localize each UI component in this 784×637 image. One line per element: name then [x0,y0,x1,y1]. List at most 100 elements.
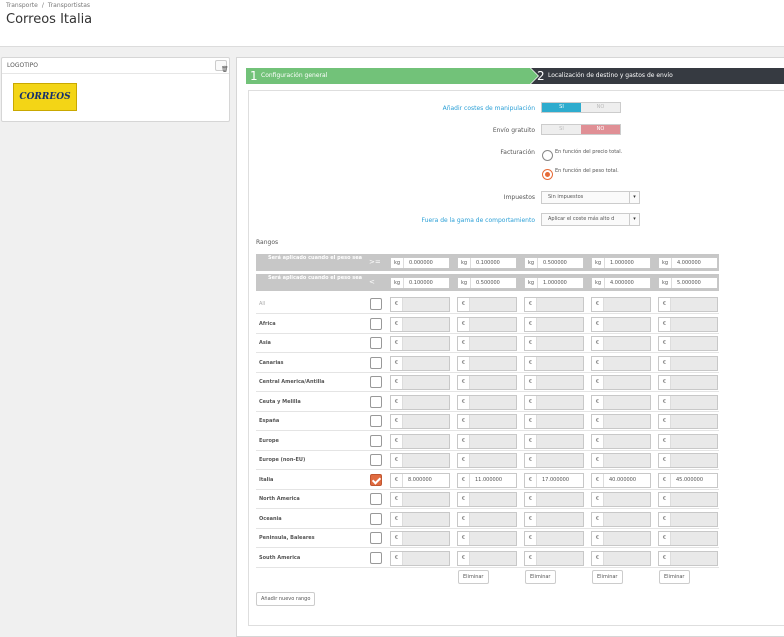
breadcrumb-transporte[interactable]: Transporte [6,2,38,9]
range-to-input[interactable]: kg 1.000000 [524,277,584,289]
zone-checkbox[interactable] [370,512,382,525]
zone-price-input[interactable]: € [591,453,651,468]
zone-price-input[interactable]: € [658,336,718,351]
zone-price-input[interactable]: € [591,336,651,351]
zone-price-input[interactable]: € [457,492,517,507]
zone-price-input[interactable]: € [390,375,450,390]
breadcrumb-transportistas[interactable]: Transportistas [48,2,90,9]
zone-price-input[interactable]: € [524,414,584,429]
zone-price-input[interactable]: € [658,316,718,332]
zone-price-input[interactable]: € [457,316,517,332]
zone-checkbox[interactable] [370,551,382,564]
zone-price-input[interactable]: € [457,550,517,566]
billing-by-weight-radio[interactable] [542,169,553,180]
range-from-input[interactable]: kg 4.000000 [658,257,718,269]
range-from-input[interactable]: kg 1.000000 [591,257,651,269]
zone-checkbox[interactable] [370,317,382,330]
delete-range-button[interactable]: Eliminar [525,570,556,584]
range-from-input[interactable]: kg 0.100000 [457,257,517,269]
zone-price-input[interactable]: € [524,511,584,527]
zone-price-input[interactable]: € [591,433,651,449]
zone-price-input[interactable]: €17.000000 [524,472,584,488]
range-to-input[interactable]: kg 0.100000 [390,277,450,289]
zone-checkbox[interactable] [370,454,382,466]
zone-price-input[interactable]: € [457,414,517,429]
zone-price-input[interactable]: € [591,492,651,507]
zone-price-input[interactable]: € [591,531,651,546]
zone-price-input[interactable]: € [658,394,718,410]
free-shipping-toggle[interactable]: SI NO [541,124,621,135]
zone-price-input[interactable]: € [390,355,450,371]
zone-price-input[interactable]: € [457,511,517,527]
zone-price-input[interactable]: € [457,375,517,390]
zone-price-input[interactable]: € [658,433,718,449]
zone-checkbox[interactable] [370,376,382,388]
wizard-step-1[interactable]: 1 Configuración general [246,68,538,84]
range-to-input[interactable]: kg 5.000000 [658,277,718,289]
zone-price-input[interactable]: € [658,511,718,527]
delete-range-button[interactable]: Eliminar [592,570,623,584]
range-to-input[interactable]: kg 0.500000 [457,277,517,289]
zone-price-input[interactable]: € [591,297,651,312]
zone-checkbox[interactable] [370,395,382,408]
delete-logo-button[interactable]: 🗑 [215,60,229,73]
zone-price-input[interactable]: € [524,433,584,449]
zone-price-input[interactable]: € [524,316,584,332]
zone-checkbox[interactable] [370,532,382,544]
billing-by-price-radio[interactable] [542,150,553,161]
zone-price-input[interactable]: € [658,550,718,566]
zone-price-input[interactable]: € [591,414,651,429]
wizard-step-2[interactable]: 2 Localización de destino y gastos de en… [531,68,784,84]
zone-price-input[interactable]: € [591,355,651,371]
zone-price-input[interactable]: € [457,394,517,410]
toggle-no[interactable]: NO [581,103,620,112]
zone-checkbox[interactable] [370,337,382,349]
toggle-yes[interactable]: SI [542,125,581,134]
zone-price-input[interactable]: € [457,297,517,312]
zone-checkbox[interactable] [370,473,382,486]
zone-checkbox[interactable] [370,356,382,369]
zone-price-input[interactable]: € [524,453,584,468]
zone-price-input[interactable]: € [390,336,450,351]
zone-price-input[interactable]: € [390,433,450,449]
zone-price-input[interactable]: € [591,511,651,527]
zone-price-input[interactable]: € [390,511,450,527]
zone-price-input[interactable]: € [390,394,450,410]
zone-price-input[interactable]: € [524,394,584,410]
zone-price-input[interactable]: € [390,414,450,429]
zone-price-input[interactable]: € [658,375,718,390]
zone-price-input[interactable]: €45.000000 [658,472,718,488]
zone-price-input[interactable]: € [457,433,517,449]
zone-checkbox[interactable] [370,493,382,505]
zone-price-input[interactable]: € [524,550,584,566]
zone-price-input[interactable]: € [591,316,651,332]
zone-price-input[interactable]: € [390,453,450,468]
range-from-input[interactable]: kg 0.500000 [524,257,584,269]
tax-select[interactable]: Sin impuestos ▾ [541,191,640,204]
zone-checkbox[interactable] [370,415,382,427]
zone-checkbox[interactable] [370,298,382,310]
zone-price-input[interactable]: € [457,453,517,468]
zone-price-input[interactable]: € [591,394,651,410]
out-of-range-select[interactable]: Aplicar el coste más alto d ▾ [541,213,640,226]
zone-price-input[interactable]: € [658,355,718,371]
zone-price-input[interactable]: € [457,336,517,351]
zone-price-input[interactable]: € [591,550,651,566]
zone-price-input[interactable]: € [390,297,450,312]
delete-range-button[interactable]: Eliminar [458,570,489,584]
zone-price-input[interactable]: € [457,531,517,546]
zone-checkbox[interactable] [370,434,382,447]
zone-price-input[interactable]: € [524,297,584,312]
zone-price-input[interactable]: € [658,297,718,312]
zone-price-input[interactable]: € [591,375,651,390]
zone-price-input[interactable]: € [390,531,450,546]
zone-price-input[interactable]: € [390,316,450,332]
zone-price-input[interactable]: €11.000000 [457,472,517,488]
zone-price-input[interactable]: € [457,355,517,371]
toggle-yes[interactable]: SI [542,103,581,112]
zone-price-input[interactable]: € [524,375,584,390]
zone-price-input[interactable]: € [524,336,584,351]
add-range-button[interactable]: Añadir nuevo rango [256,592,316,606]
zone-price-input[interactable]: € [658,531,718,546]
zone-price-input[interactable]: € [390,492,450,507]
